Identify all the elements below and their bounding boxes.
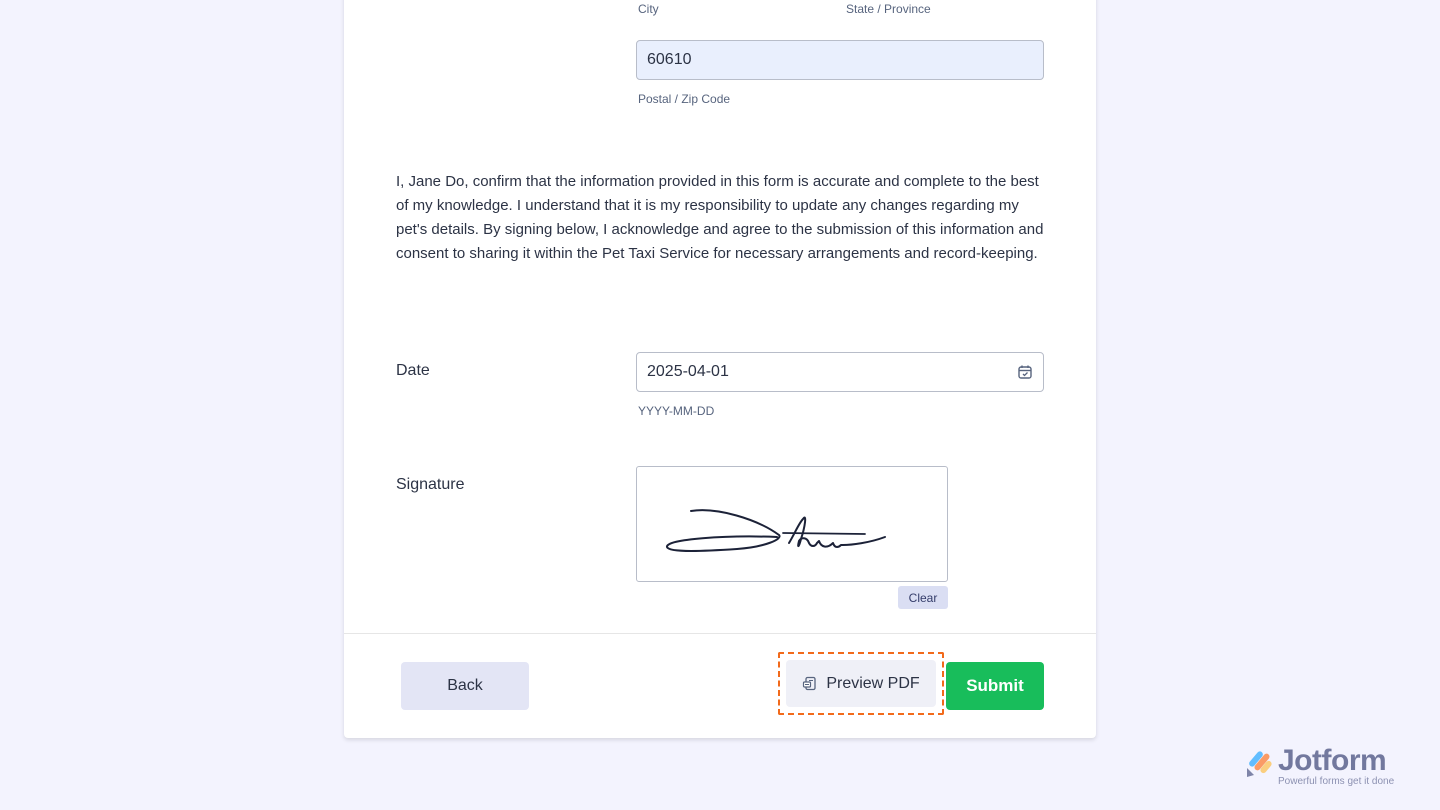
preview-pdf-label: Preview PDF bbox=[826, 674, 920, 692]
city-sublabel: City bbox=[638, 2, 659, 16]
clear-signature-button[interactable]: Clear bbox=[898, 586, 948, 609]
jotform-branding[interactable]: Jotform Powerful forms get it done bbox=[1244, 744, 1414, 792]
zip-value: 60610 bbox=[647, 51, 692, 68]
brand-name: Jotform bbox=[1278, 744, 1387, 777]
submit-button[interactable]: Submit bbox=[946, 662, 1044, 710]
zip-sublabel: Postal / Zip Code bbox=[638, 92, 731, 106]
date-value: 2025-04-01 bbox=[647, 363, 729, 380]
signature-drawing bbox=[665, 509, 886, 552]
state-sublabel: State / Province bbox=[846, 2, 931, 16]
zip-input[interactable]: 60610 bbox=[636, 40, 1044, 80]
jotform-logo-icon bbox=[1247, 751, 1272, 777]
consent-paragraph: I, Jane Do, confirm that the information… bbox=[396, 173, 1044, 262]
form-card: City State / Province 60610 Postal / Zip… bbox=[344, 0, 1096, 738]
date-input[interactable]: 2025-04-01 bbox=[636, 352, 1044, 392]
date-sublabel: YYYY-MM-DD bbox=[638, 404, 715, 418]
calendar-icon[interactable] bbox=[1017, 364, 1033, 380]
back-button[interactable]: Back bbox=[401, 662, 529, 710]
date-label: Date bbox=[396, 362, 430, 379]
brand-tagline: Powerful forms get it done bbox=[1278, 776, 1395, 787]
pdf-document-icon bbox=[803, 676, 816, 690]
signature-label: Signature bbox=[396, 476, 465, 493]
footer-divider bbox=[344, 633, 1096, 634]
signature-pad[interactable] bbox=[636, 466, 948, 582]
preview-pdf-button[interactable]: Preview PDF bbox=[786, 660, 936, 707]
